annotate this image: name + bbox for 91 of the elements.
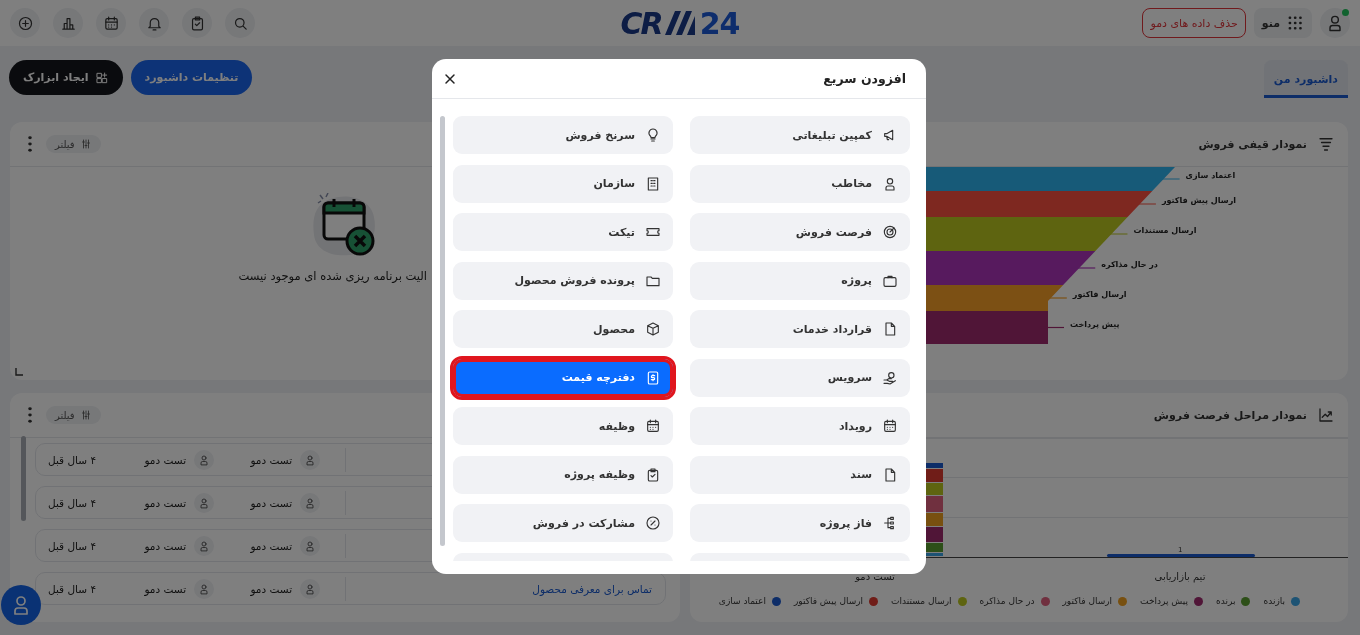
more-icon	[28, 407, 32, 423]
user-icon	[882, 175, 898, 192]
funnel-stage-label: اعتماد سازی	[1185, 171, 1236, 180]
quick-add-item[interactable]: کمپین تبلیغاتی	[690, 116, 910, 154]
filter-icon	[79, 138, 92, 150]
quick-add-item[interactable]: محصول	[453, 310, 673, 348]
quick-add-item[interactable]: وظیفه پروژه	[453, 455, 673, 494]
x-axis-label: تیم بازاریابی	[1154, 571, 1206, 582]
clipboard-icon	[645, 466, 661, 483]
time-ago: ۴ سال قبل	[48, 496, 97, 509]
empty-state-message: الیت برنامه ریزی شده ای موجود نیست	[238, 269, 427, 283]
create-widget-button[interactable]: ایجاد ابزارک	[9, 60, 123, 95]
filter-icon	[79, 409, 92, 421]
support-button[interactable]	[1, 585, 41, 625]
quick-add-item[interactable]: مشارکت در فروش	[453, 504, 673, 542]
quick-add-item[interactable]: مخاطب	[690, 164, 910, 203]
funnel-stage-label: پیش پرداخت	[1070, 319, 1120, 329]
file-icon	[882, 466, 898, 483]
online-dot	[1342, 9, 1349, 16]
toolbar-icon-button[interactable]	[53, 8, 83, 38]
legend-label: پیش پرداخت	[1140, 596, 1189, 606]
time-ago: ۴ سال قبل	[48, 453, 97, 466]
legend-label: بازنده	[1263, 596, 1285, 606]
target-icon	[882, 224, 898, 240]
funnel-stage-label: ارسال پیش فاکتور	[1161, 196, 1236, 205]
more-icon	[28, 136, 32, 152]
person-name: تست دمو	[144, 539, 187, 552]
scrollbar[interactable]	[440, 116, 445, 546]
quick-add-item[interactable]: سرویس	[690, 358, 910, 397]
quick-add-item[interactable]: فاز پروژه	[690, 504, 910, 542]
toolbar-icon-button[interactable]	[225, 8, 255, 38]
card-title: نمودار قیفی فروش	[1198, 137, 1307, 151]
legend-label: ارسال فاکتور	[1062, 596, 1113, 606]
grid-icon	[1286, 14, 1304, 32]
person-name: تست دمو	[144, 582, 187, 595]
quick-add-item[interactable]: قرارداد خدمات	[690, 310, 910, 348]
dialog-title: افزودن سریع	[823, 71, 906, 86]
add-icon	[16, 14, 34, 32]
box-icon	[645, 321, 661, 337]
more-button[interactable]	[28, 407, 32, 423]
quick-add-item[interactable]: سرنخ فروش	[453, 116, 673, 154]
trend-chart-icon	[1317, 406, 1335, 424]
quick-add-item[interactable]: سند	[690, 455, 910, 494]
person-name: تست دمو	[250, 539, 293, 552]
building-icon	[645, 175, 661, 192]
person-name: تست دمو	[250, 496, 293, 509]
scrollbar[interactable]	[21, 436, 26, 521]
legend-label: در حال مذاکره	[979, 596, 1035, 606]
hand-coin-icon	[882, 369, 898, 386]
quick-add-item[interactable]: تیکت	[453, 213, 673, 251]
quick-add-item[interactable]: فرصت فروش	[690, 213, 910, 251]
quick-add-item[interactable]: رویداد	[690, 407, 910, 445]
toolbar-icon-button[interactable]	[10, 8, 40, 38]
x-axis-label: تست دمو	[855, 571, 895, 582]
person-name: تست دمو	[250, 453, 293, 466]
price-document-icon	[645, 369, 661, 386]
quick-add-item[interactable]: دفترچه قیمت	[453, 358, 673, 397]
calendar-icon	[102, 14, 120, 32]
legend-label: اعتماد سازی	[718, 596, 766, 606]
time-ago: ۴ سال قبل	[48, 539, 97, 552]
widget-icon	[94, 70, 109, 85]
person-name: تست دمو	[144, 453, 187, 466]
legend-label: ارسال پیش فاکتور	[793, 596, 864, 606]
funnel-stage-label: در حال مذاکره	[1101, 260, 1158, 269]
resize-icon	[15, 368, 23, 376]
quick-add-item[interactable]: وظیفه	[453, 407, 673, 445]
quick-add-item[interactable]: سازمان	[453, 164, 673, 203]
card-title: نمودار مراحل فرصت فروش	[1153, 408, 1307, 422]
logo-number: 24	[699, 5, 740, 41]
calendar-icon	[645, 418, 661, 434]
calendar-icon	[882, 418, 898, 434]
menu-button[interactable]: منو	[1253, 8, 1312, 38]
funnel-stage-label: ارسال مستندات	[1133, 226, 1197, 235]
time-ago: ۴ سال قبل	[48, 582, 97, 595]
profile-button[interactable]	[1320, 8, 1350, 38]
logo-text: CR	[620, 5, 662, 41]
person-name: تست دمو	[144, 496, 187, 509]
toolbar-icon-button[interactable]	[182, 8, 212, 38]
quick-add-item[interactable]: پروژه	[690, 261, 910, 300]
person-name: تست دمو	[250, 582, 293, 595]
toolbar-icon-button[interactable]	[139, 8, 169, 38]
legend-label: ارسال مستندات	[891, 596, 952, 606]
legend-label: برنده	[1216, 596, 1236, 606]
quick-add-item[interactable]: پرونده فروش محصول	[453, 261, 673, 300]
toolbar-icon-button[interactable]	[96, 8, 126, 38]
percent-icon	[645, 515, 661, 531]
more-button[interactable]	[28, 136, 32, 152]
funnel-stage-label: ارسال فاکتور	[1072, 290, 1127, 299]
file-icon	[882, 321, 898, 337]
funnel-icon	[1317, 135, 1335, 153]
lightbulb-icon	[645, 127, 661, 143]
